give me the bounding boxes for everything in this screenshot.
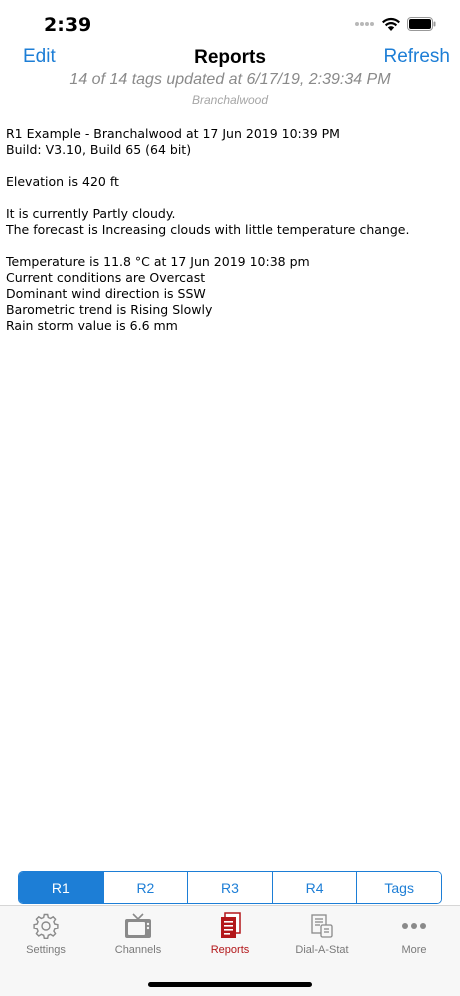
report-line: Dominant wind direction is SSW xyxy=(6,286,206,301)
tab-bar: Settings Channels Reports Dial-A-Stat Mo… xyxy=(0,905,460,996)
navigation-bar: Edit Reports Refresh 14 of 14 tags updat… xyxy=(0,44,460,114)
cellular-signal-icon xyxy=(355,22,377,30)
tab-dial-a-stat[interactable]: Dial-A-Stat xyxy=(276,906,368,966)
gear-icon xyxy=(33,913,59,939)
status-time: 2:39 xyxy=(44,14,92,36)
segment-r4[interactable]: R4 xyxy=(271,872,357,903)
tab-label: Settings xyxy=(26,944,66,956)
report-line: Barometric trend is Rising Slowly xyxy=(6,302,213,317)
more-icon xyxy=(402,923,426,929)
reports-icon xyxy=(221,912,241,938)
tab-label: Channels xyxy=(114,944,162,956)
report-line: Temperature is 11.8 °C at 17 Jun 2019 10… xyxy=(6,254,310,269)
segment-r2[interactable]: R2 xyxy=(102,872,188,903)
dial-a-stat-icon xyxy=(311,914,333,938)
segment-tags[interactable]: Tags xyxy=(356,872,441,903)
station-location: Branchalwood xyxy=(191,93,269,107)
battery-icon xyxy=(407,17,436,31)
tab-reports[interactable]: Reports xyxy=(184,906,276,966)
segment-r1[interactable]: R1 xyxy=(19,872,103,903)
update-status: 14 of 14 tags updated at 6/17/19, 2:39:3… xyxy=(69,71,391,88)
report-line: It is currently Partly cloudy. xyxy=(6,206,176,221)
segment-r3[interactable]: R3 xyxy=(187,872,272,903)
status-bar: 2:39 xyxy=(0,0,460,44)
tv-icon xyxy=(125,913,151,938)
report-line: The forecast is Increasing clouds with l… xyxy=(6,222,410,237)
tab-more[interactable]: More xyxy=(368,906,460,966)
tab-channels[interactable]: Channels xyxy=(92,906,184,966)
report-line xyxy=(6,158,456,174)
home-indicator[interactable] xyxy=(148,982,312,987)
tab-label: Reports xyxy=(210,944,250,956)
report-text: R1 Example - Branchalwood at 17 Jun 2019… xyxy=(6,126,456,334)
report-line xyxy=(6,190,456,206)
wifi-icon xyxy=(382,17,400,31)
report-segmented-control: R1 R2 R3 R4 Tags xyxy=(18,871,442,904)
tab-label: Dial-A-Stat xyxy=(295,944,349,956)
tab-settings[interactable]: Settings xyxy=(0,906,92,966)
report-line xyxy=(6,238,456,254)
report-line: Rain storm value is 6.6 mm xyxy=(6,318,178,333)
report-line: Current conditions are Overcast xyxy=(6,270,206,285)
tab-label: More xyxy=(401,944,427,956)
report-line: R1 Example - Branchalwood at 17 Jun 2019… xyxy=(6,126,340,141)
refresh-button[interactable]: Refresh xyxy=(383,46,450,68)
report-line: Elevation is 420 ft xyxy=(6,174,119,189)
report-line: Build: V3.10, Build 65 (64 bit) xyxy=(6,142,192,157)
